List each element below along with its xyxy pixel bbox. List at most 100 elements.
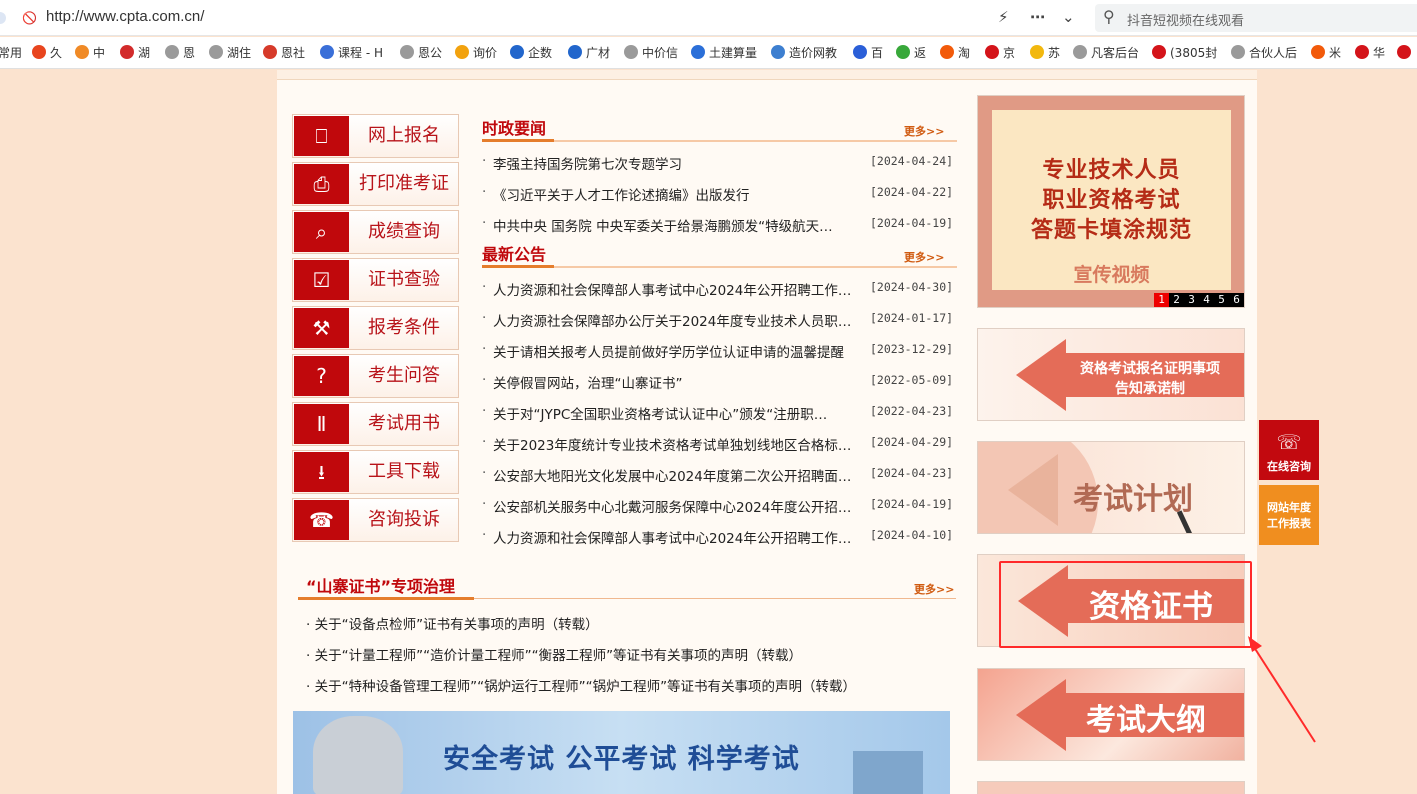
list-item-title[interactable]: 《习近平关于人才工作论述摘编》出版发行: [493, 184, 858, 204]
list-item-title[interactable]: 关于“计量工程师”“造价计量工程师”“衡器工程师”等证书有关事项的声明（转载）: [315, 648, 802, 664]
bookmark-item[interactable]: 中: [75, 45, 105, 63]
notice-item[interactable]: · 人力资源和社会保障部人事考试中心2024年公开招聘工作… [2024-04-10…: [482, 525, 953, 547]
nav-button-5[interactable]: ⚒ 报考条件: [292, 306, 459, 350]
news-item[interactable]: · 《习近平关于人才工作论述摘编》出版发行 [2024-04-22]: [482, 182, 953, 204]
annual-report-button[interactable]: 网站年度 工作报表: [1259, 485, 1319, 545]
bookmark-item[interactable]: 合伙人后: [1231, 45, 1297, 63]
nav-button-2[interactable]: ⎙ 打印准考证: [292, 162, 459, 206]
bookmark-item[interactable]: 苏: [1030, 45, 1060, 63]
side-link-commitment[interactable]: 资格考试报名证明事项 告知承诺制: [977, 328, 1245, 421]
bookmark-item[interactable]: 京: [985, 45, 1015, 63]
news-item[interactable]: · 李强主持国务院第七次专题学习 [2024-04-24]: [482, 151, 953, 173]
bullet: ·: [482, 527, 487, 543]
bookmark-item[interactable]: 百: [853, 45, 883, 63]
bookmark-item[interactable]: 广材: [568, 45, 610, 63]
bookmark-favicon-icon: [1030, 45, 1044, 59]
notice-item[interactable]: · 公安部大地阳光文化发展中心2024年度第二次公开招聘面… [2024-04-23…: [482, 463, 953, 485]
list-item-title[interactable]: 李强主持国务院第七次专题学习: [493, 153, 858, 173]
bookmark-item[interactable]: [1397, 45, 1415, 63]
fake-cert-more-link[interactable]: 更多>>: [914, 581, 954, 597]
list-item-title[interactable]: 人力资源社会保障部办公厅关于2024年度专业技术人员职…: [493, 310, 858, 330]
tab-indicator-icon: [0, 12, 6, 24]
not-secure-icon[interactable]: 🚫: [22, 11, 37, 25]
arrow-icon: [1016, 339, 1066, 411]
notice-item[interactable]: · 公安部机关服务中心北戴河服务保障中心2024年度公开招… [2024-04-19…: [482, 494, 953, 516]
notice-item[interactable]: · 关于2023年度统计专业技术资格考试单独划线地区合格标… [2024-04-29…: [482, 432, 953, 454]
search-input[interactable]: 抖音短视频在线观看: [1127, 10, 1244, 29]
bookmark-item[interactable]: 询价: [455, 45, 497, 63]
fake-cert-item[interactable]: · 关于“设备点检师”证书有关事项的声明（转载）: [306, 613, 599, 633]
side-link-next[interactable]: [977, 781, 1245, 794]
fake-cert-item[interactable]: · 关于“计量工程师”“造价计量工程师”“衡器工程师”等证书有关事项的声明（转载…: [306, 644, 802, 664]
list-item-title[interactable]: 关于“设备点检师”证书有关事项的声明（转载）: [315, 617, 599, 633]
bookmark-item[interactable]: 造价网教: [771, 45, 837, 63]
side-link-exam-plan[interactable]: 考试计划: [977, 441, 1245, 534]
bookmark-label: 恩公: [418, 46, 443, 60]
list-item-title[interactable]: 公安部机关服务中心北戴河服务保障中心2024年度公开招…: [493, 496, 858, 516]
list-item-title[interactable]: 关于“特种设备管理工程师”“锅炉运行工程师”“锅炉工程师”等证书有关事项的声明（…: [315, 679, 856, 695]
lightning-icon[interactable]: ⚡: [998, 8, 1009, 26]
bookmark-item[interactable]: 土建算量: [691, 45, 757, 63]
slide-page-4[interactable]: 4: [1199, 293, 1214, 307]
nav-button-9[interactable]: ☎ 咨询投诉: [292, 498, 459, 542]
news-section-title: 时政要闻: [482, 119, 547, 138]
bullet: ·: [482, 341, 487, 357]
notice-item[interactable]: · 关于对“JYPC全国职业资格考试认证中心”颁发“注册职… [2022-04-23…: [482, 401, 953, 423]
notice-item[interactable]: · 关停假冒网站，治理“山寨证书” [2022-05-09]: [482, 370, 953, 392]
list-item-title[interactable]: 关于对“JYPC全国职业资格考试认证中心”颁发“注册职…: [493, 403, 858, 423]
nav-button-4[interactable]: ☑ 证书查验: [292, 258, 459, 302]
bookmark-favicon-icon: [771, 45, 785, 59]
nav-button-1[interactable]: ⎕ 网上报名: [292, 114, 459, 158]
nav-button-6[interactable]: ? 考生问答: [292, 354, 459, 398]
nav-button-7[interactable]: Ⅱ 考试用书: [292, 402, 459, 446]
promo-slideshow[interactable]: 专业技术人员 职业资格考试 答题卡填涂规范 宣传视频 123456: [977, 95, 1245, 308]
bookmark-item[interactable]: 湖: [120, 45, 150, 63]
notices-more-link[interactable]: 更多>>: [904, 249, 944, 265]
bookmark-item[interactable]: 课程 - H: [320, 45, 383, 63]
bookmark-item[interactable]: 企数: [510, 45, 552, 63]
fake-cert-item[interactable]: · 关于“特种设备管理工程师”“锅炉运行工程师”“锅炉工程师”等证书有关事项的声…: [306, 675, 856, 695]
slide-page-6[interactable]: 6: [1229, 293, 1244, 307]
bookmark-item[interactable]: 米: [1311, 45, 1341, 63]
search-box[interactable]: ⚲ 抖音短视频在线观看: [1095, 4, 1417, 32]
slide-page-2[interactable]: 2: [1169, 293, 1184, 307]
nav-button-3[interactable]: ⌕ 成绩查询: [292, 210, 459, 254]
url-field[interactable]: http://www.cpta.com.cn/: [46, 8, 204, 25]
nav-button-8[interactable]: ⭳ 工具下载: [292, 450, 459, 494]
bookmark-item[interactable]: 中价信: [624, 45, 678, 63]
notice-item[interactable]: · 人力资源和社会保障部人事考试中心2024年公开招聘工作… [2024-04-30…: [482, 277, 954, 299]
side-link-syllabus[interactable]: 考试大纲: [977, 668, 1245, 761]
bookmark-item[interactable]: 淘: [940, 45, 970, 63]
list-item-title[interactable]: 人力资源和社会保障部人事考试中心2024年公开招聘工作…: [493, 279, 858, 299]
list-item-title[interactable]: 人力资源和社会保障部人事考试中心2024年公开招聘工作…: [493, 527, 858, 547]
bookmark-item[interactable]: 常用: [0, 45, 22, 63]
bookmark-item[interactable]: (3805封: [1152, 45, 1217, 63]
list-item-date: [2024-04-30]: [870, 280, 954, 294]
slide-page-1[interactable]: 1: [1154, 293, 1169, 307]
list-item-title[interactable]: 公安部大地阳光文化发展中心2024年度第二次公开招聘面…: [493, 465, 858, 485]
bookmark-item[interactable]: 返: [896, 45, 926, 63]
bookmark-item[interactable]: 久: [32, 45, 62, 63]
news-more-link[interactable]: 更多>>: [904, 123, 944, 139]
bookmark-favicon-icon: [510, 45, 524, 59]
online-consult-button[interactable]: ☏ 在线咨询: [1259, 420, 1319, 480]
bookmark-item[interactable]: 华: [1355, 45, 1385, 63]
news-item[interactable]: · 中共中央 国务院 中央军委关于给景海鹏颁发“特级航天… [2024-04-19]: [482, 213, 953, 235]
chevron-down-icon[interactable]: ⌄: [1062, 8, 1075, 26]
list-item-title[interactable]: 关停假冒网站，治理“山寨证书”: [493, 372, 858, 392]
list-item-title[interactable]: 关于请相关报考人员提前做好学历学位认证申请的温馨提醒: [493, 341, 858, 361]
more-options-icon[interactable]: ⋯: [1030, 8, 1045, 26]
notice-item[interactable]: · 人力资源社会保障部办公厅关于2024年度专业技术人员职… [2024-01-17…: [482, 308, 953, 330]
list-item-title[interactable]: 关于2023年度统计专业技术资格考试单独划线地区合格标…: [493, 434, 858, 454]
bookmark-item[interactable]: 湖住: [209, 45, 251, 63]
slide-page-3[interactable]: 3: [1184, 293, 1199, 307]
bookmark-item[interactable]: 恩公: [400, 45, 442, 63]
slogan-banner[interactable]: 安全考试 公平考试 科学考试: [293, 711, 950, 794]
headset-icon: ☏: [1276, 430, 1302, 454]
slide-page-5[interactable]: 5: [1214, 293, 1229, 307]
bookmark-item[interactable]: 凡客后台: [1073, 45, 1139, 63]
bookmark-item[interactable]: 恩社: [263, 45, 305, 63]
list-item-title[interactable]: 中共中央 国务院 中央军委关于给景海鹏颁发“特级航天…: [493, 215, 858, 235]
notice-item[interactable]: · 关于请相关报考人员提前做好学历学位认证申请的温馨提醒 [2023-12-29]: [482, 339, 953, 361]
bookmark-item[interactable]: 恩: [165, 45, 195, 63]
